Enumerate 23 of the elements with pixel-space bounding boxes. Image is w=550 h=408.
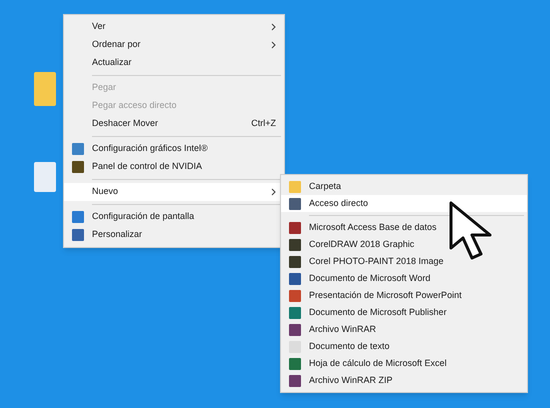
menu-item[interactable]: Carpeta: [281, 178, 527, 195]
menu-item[interactable]: Acceso directo: [281, 195, 527, 212]
menu-item[interactable]: Ver: [64, 18, 284, 36]
menu-item[interactable]: Panel de control de NVIDIA: [64, 158, 284, 176]
menu-item[interactable]: Configuración de pantalla: [64, 208, 284, 226]
menu-item[interactable]: Personalizar: [64, 226, 284, 244]
menu-item[interactable]: Archivo WinRAR ZIP: [281, 372, 527, 389]
menu-item[interactable]: Deshacer Mover Ctrl+Z: [64, 115, 284, 133]
menu-item[interactable]: Actualizar: [64, 54, 284, 72]
menu-item[interactable]: Ordenar por: [64, 36, 284, 54]
menu-item[interactable]: Corel PHOTO-PAINT 2018 Image: [281, 253, 527, 270]
menu-item[interactable]: Microsoft Access Base de datos: [281, 219, 527, 236]
menu-item[interactable]: Configuración gráficos Intel®: [64, 140, 284, 158]
menu-item[interactable]: CorelDRAW 2018 Graphic: [281, 236, 527, 253]
chevron-right-icon: [271, 41, 276, 49]
menu-item[interactable]: Documento de Microsoft Word: [281, 270, 527, 287]
menu-item[interactable]: Presentación de Microsoft PowerPoint: [281, 287, 527, 304]
menu-item[interactable]: Documento de texto: [281, 338, 527, 355]
menu-item[interactable]: Documento de Microsoft Publisher: [281, 304, 527, 321]
chevron-right-icon: [271, 188, 276, 196]
menu-item[interactable]: Hoja de cálculo de Microsoft Excel: [281, 355, 527, 372]
chevron-right-icon: [271, 23, 276, 31]
menu-item[interactable]: Archivo WinRAR: [281, 321, 527, 338]
